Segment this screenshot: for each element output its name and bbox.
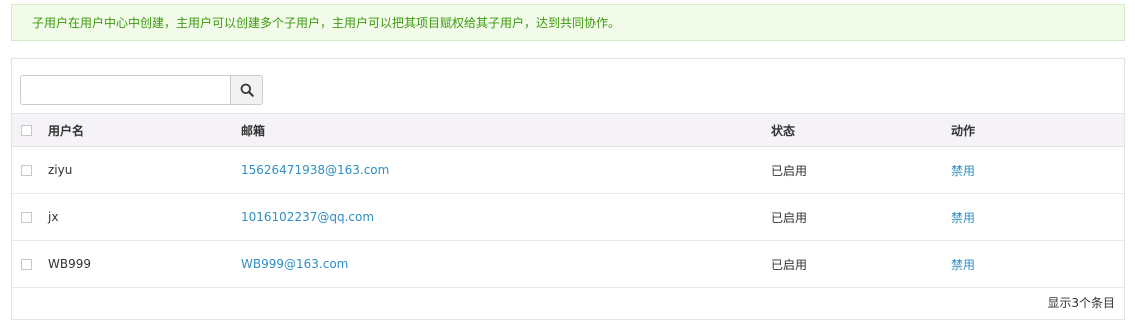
header-action: 动作 xyxy=(951,123,976,138)
row-email-link[interactable]: WB999@163.com xyxy=(241,241,348,287)
search-bar xyxy=(20,75,263,105)
row-status: 已启用 xyxy=(771,257,808,272)
header-email: 邮箱 xyxy=(241,123,266,138)
row-checkbox[interactable] xyxy=(21,211,32,223)
row-status: 已启用 xyxy=(771,163,808,178)
info-notice: 子用户在用户中心中创建，主用户可以创建多个子用户，主用户可以把其项目赋权给其子用… xyxy=(11,4,1125,41)
sub-users-panel: 用户名 邮箱 状态 动作 ziyu 15626471938@163.com 已启… xyxy=(11,58,1125,320)
table-row: jx 1016102237@qq.com 已启用 禁用 xyxy=(12,194,1124,241)
row-username: WB999 xyxy=(48,257,92,271)
row-checkbox[interactable] xyxy=(21,164,32,176)
users-table: 用户名 邮箱 状态 动作 ziyu 15626471938@163.com 已启… xyxy=(12,113,1124,288)
search-input[interactable] xyxy=(20,75,230,105)
header-username: 用户名 xyxy=(48,123,85,138)
row-email-link[interactable]: 15626471938@163.com xyxy=(241,147,389,193)
disable-link[interactable]: 禁用 xyxy=(951,241,975,287)
row-checkbox[interactable] xyxy=(21,258,32,270)
table-row: ziyu 15626471938@163.com 已启用 禁用 xyxy=(12,147,1124,194)
disable-link[interactable]: 禁用 xyxy=(951,147,975,193)
search-icon xyxy=(240,83,254,97)
select-all-checkbox[interactable] xyxy=(21,124,32,136)
table-row: WB999 WB999@163.com 已启用 禁用 xyxy=(12,241,1124,288)
notice-text: 子用户在用户中心中创建，主用户可以创建多个子用户，主用户可以把其项目赋权给其子用… xyxy=(32,16,621,30)
search-button[interactable] xyxy=(230,75,263,105)
header-status: 状态 xyxy=(771,123,796,138)
row-username: ziyu xyxy=(48,163,73,177)
table-header: 用户名 邮箱 状态 动作 xyxy=(12,113,1124,147)
row-status: 已启用 xyxy=(771,210,808,225)
entry-count: 显示3个条目 xyxy=(1047,296,1115,310)
disable-link[interactable]: 禁用 xyxy=(951,194,975,240)
row-email-link[interactable]: 1016102237@qq.com xyxy=(241,194,374,240)
row-username: jx xyxy=(48,210,59,224)
